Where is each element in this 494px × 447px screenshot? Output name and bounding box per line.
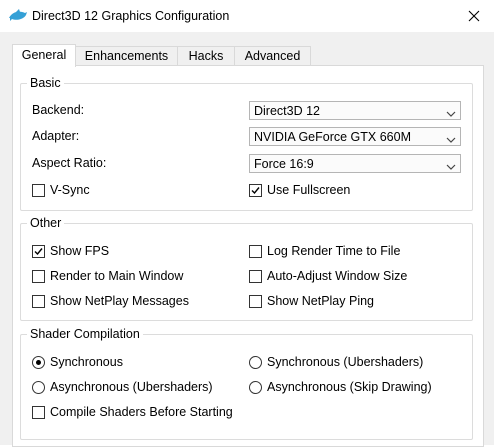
shader-compilation-group-title: Shader Compilation [27, 327, 143, 341]
other-group-title: Other [27, 216, 65, 230]
general-tab-panel: Basic Backend: Direct3D 12 Adapter: NVID… [12, 65, 484, 447]
show-netplay-ping-label: Show NetPlay Ping [267, 294, 375, 308]
dolphin-icon [8, 9, 28, 23]
tab-enhancements[interactable]: Enhancements [75, 46, 178, 66]
chevron-down-icon [446, 133, 456, 143]
asynchronous-skip-drawing-label: Asynchronous (Skip Drawing) [267, 380, 432, 394]
backend-select[interactable]: Direct3D 12 [249, 101, 461, 120]
checkmark-icon [34, 248, 43, 256]
compile-shaders-before-starting-checkbox[interactable] [32, 406, 45, 419]
show-netplay-ping-checkbox[interactable] [249, 295, 262, 308]
auto-adjust-window-size-label: Auto-Adjust Window Size [267, 269, 408, 283]
log-render-time-label: Log Render Time to File [267, 244, 401, 258]
adapter-value: NVIDIA GeForce GTX 660M [254, 130, 411, 144]
log-render-time-checkbox[interactable] [249, 245, 262, 258]
backend-value: Direct3D 12 [254, 104, 320, 118]
aspect-ratio-select[interactable]: Force 16:9 [249, 154, 461, 173]
adapter-label: Adapter: [32, 129, 80, 143]
checkmark-icon [251, 187, 260, 195]
backend-label: Backend: [32, 103, 85, 117]
use-fullscreen-label: Use Fullscreen [267, 183, 351, 197]
synchronous-ubershaders-radio[interactable] [249, 356, 262, 369]
show-netplay-messages-checkbox[interactable] [32, 295, 45, 308]
basic-group-title: Basic [27, 76, 64, 90]
synchronous-radio[interactable] [32, 356, 45, 369]
chevron-down-icon [446, 160, 456, 170]
tab-general[interactable]: General [12, 44, 76, 67]
compile-shaders-before-starting-label: Compile Shaders Before Starting [50, 405, 233, 419]
show-netplay-messages-label: Show NetPlay Messages [50, 294, 189, 308]
title-bar: Direct3D 12 Graphics Configuration [0, 0, 494, 32]
synchronous-ubershaders-label: Synchronous (Ubershaders) [267, 355, 424, 369]
dialog-client-area: General Enhancements Hacks Advanced Basi… [0, 32, 494, 447]
adapter-select[interactable]: NVIDIA GeForce GTX 660M [249, 127, 461, 146]
synchronous-label: Synchronous [50, 355, 123, 369]
asynchronous-ubershaders-radio[interactable] [32, 381, 45, 394]
tab-hacks[interactable]: Hacks [177, 46, 235, 66]
render-to-main-window-checkbox[interactable] [32, 270, 45, 283]
show-fps-checkbox[interactable] [32, 245, 45, 258]
aspect-ratio-value: Force 16:9 [254, 157, 314, 171]
use-fullscreen-checkbox[interactable] [249, 184, 262, 197]
show-fps-label: Show FPS [50, 244, 110, 258]
asynchronous-ubershaders-label: Asynchronous (Ubershaders) [50, 380, 213, 394]
asynchronous-skip-drawing-radio[interactable] [249, 381, 262, 394]
tab-advanced[interactable]: Advanced [234, 46, 311, 66]
aspect-ratio-label: Aspect Ratio: [32, 156, 107, 170]
render-to-main-window-label: Render to Main Window [50, 269, 184, 283]
window-title: Direct3D 12 Graphics Configuration [32, 9, 230, 23]
other-group: Other Show FPS Log Render Time to File R… [20, 216, 473, 321]
radio-selected-dot [36, 360, 41, 365]
chevron-down-icon [446, 107, 456, 117]
vsync-checkbox[interactable] [32, 184, 45, 197]
shader-compilation-group: Shader Compilation Synchronous Synchrono… [20, 327, 473, 440]
vsync-label: V-Sync [50, 183, 90, 197]
auto-adjust-window-size-checkbox[interactable] [249, 270, 262, 283]
close-icon[interactable] [466, 8, 482, 24]
basic-group: Basic Backend: Direct3D 12 Adapter: NVID… [20, 76, 473, 211]
